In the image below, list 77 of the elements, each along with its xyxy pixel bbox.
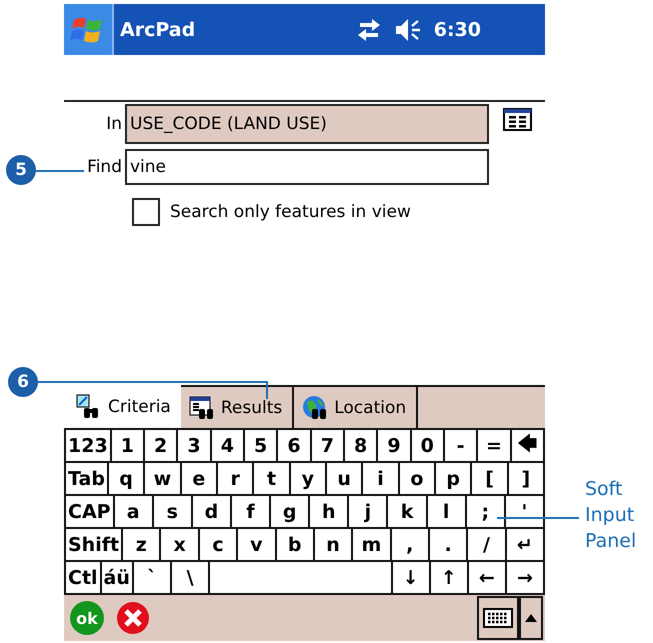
key[interactable]: ,	[392, 529, 430, 562]
key[interactable]: i	[363, 463, 400, 496]
key[interactable]: 2	[145, 430, 178, 463]
key[interactable]: a	[114, 496, 154, 529]
key[interactable]: y	[290, 463, 327, 496]
key[interactable]: Tab	[66, 463, 109, 496]
caret-icon	[525, 614, 537, 622]
field-label: Find	[86, 157, 123, 177]
checkbox[interactable]	[132, 198, 160, 226]
key[interactable]: x	[161, 529, 200, 562]
close-icon[interactable]	[116, 601, 150, 635]
key[interactable]: 4	[212, 430, 245, 463]
key[interactable]: ]	[508, 463, 546, 496]
key[interactable]: g	[271, 496, 310, 529]
tab[interactable]: Results	[180, 385, 294, 428]
key[interactable]: h	[310, 496, 350, 529]
key[interactable]: 0	[412, 430, 445, 463]
start-button[interactable]	[64, 4, 114, 55]
table-binoculars-icon	[188, 394, 215, 420]
key[interactable]: p	[436, 463, 472, 496]
callout-badge: 5	[6, 155, 36, 185]
callout-badge: 6	[8, 367, 38, 397]
app-title: ArcPad	[120, 18, 196, 40]
key[interactable]: e	[182, 463, 218, 496]
key[interactable]: CAP	[66, 496, 115, 529]
annotation-label: Soft Input Panel	[585, 477, 636, 554]
key[interactable]: r	[218, 463, 254, 496]
key[interactable]: 7	[312, 430, 345, 463]
key[interactable]: u	[327, 463, 364, 496]
key[interactable]: c	[200, 529, 238, 562]
key[interactable]: j	[349, 496, 388, 529]
key[interactable]: [	[472, 463, 509, 496]
key[interactable]: ↵	[506, 529, 546, 562]
globe-binoculars-icon	[302, 394, 328, 420]
key[interactable]: .	[430, 529, 468, 562]
key[interactable]: 123	[66, 430, 112, 463]
key[interactable]: n	[314, 529, 354, 562]
key[interactable]: 1	[112, 430, 145, 463]
key[interactable]: q	[108, 463, 146, 496]
key[interactable]: /	[468, 529, 507, 562]
key[interactable]: 6	[278, 430, 312, 463]
field-label: In	[105, 114, 123, 134]
key[interactable]: o	[400, 463, 436, 496]
key[interactable]: f	[232, 496, 272, 529]
key[interactable]: 3	[178, 430, 212, 463]
key[interactable]: Shift	[66, 529, 124, 562]
table-icon[interactable]	[503, 108, 533, 132]
find-field[interactable]: vine	[125, 149, 489, 185]
key[interactable]: l	[428, 496, 467, 529]
key[interactable]: 5	[244, 430, 278, 463]
checkbox-label: Search only features in view	[170, 202, 411, 222]
ok-button[interactable]: ok	[70, 601, 104, 635]
key[interactable]: v	[238, 529, 277, 562]
key[interactable]: 8	[344, 430, 378, 463]
menu-arrow-button[interactable]	[519, 596, 543, 640]
clock-time[interactable]: 6:30	[434, 18, 481, 40]
key[interactable]: m	[353, 529, 392, 562]
key[interactable]: =	[478, 430, 512, 463]
key[interactable]: 🡄	[512, 430, 545, 463]
layer-field-dropdown[interactable]: USE_CODE (LAND USE)	[125, 104, 489, 144]
sync-arrows-icon[interactable]	[356, 18, 382, 40]
key[interactable]: t	[254, 463, 291, 496]
key[interactable]: z	[123, 529, 162, 562]
key[interactable]: s	[154, 496, 193, 529]
input-panel-button[interactable]	[477, 596, 519, 640]
keyboard-icon	[482, 605, 514, 631]
tab[interactable]: Location	[294, 385, 418, 428]
speaker-icon[interactable]	[394, 18, 422, 42]
key[interactable]: 9	[378, 430, 412, 463]
leader-line	[36, 170, 84, 172]
key[interactable]: -	[444, 430, 478, 463]
key[interactable]: d	[192, 496, 232, 529]
key[interactable]: w	[145, 463, 182, 496]
key[interactable]: k	[388, 496, 428, 529]
key[interactable]: b	[276, 529, 315, 562]
key[interactable]: '	[506, 496, 545, 529]
key[interactable]: ;	[466, 496, 506, 529]
